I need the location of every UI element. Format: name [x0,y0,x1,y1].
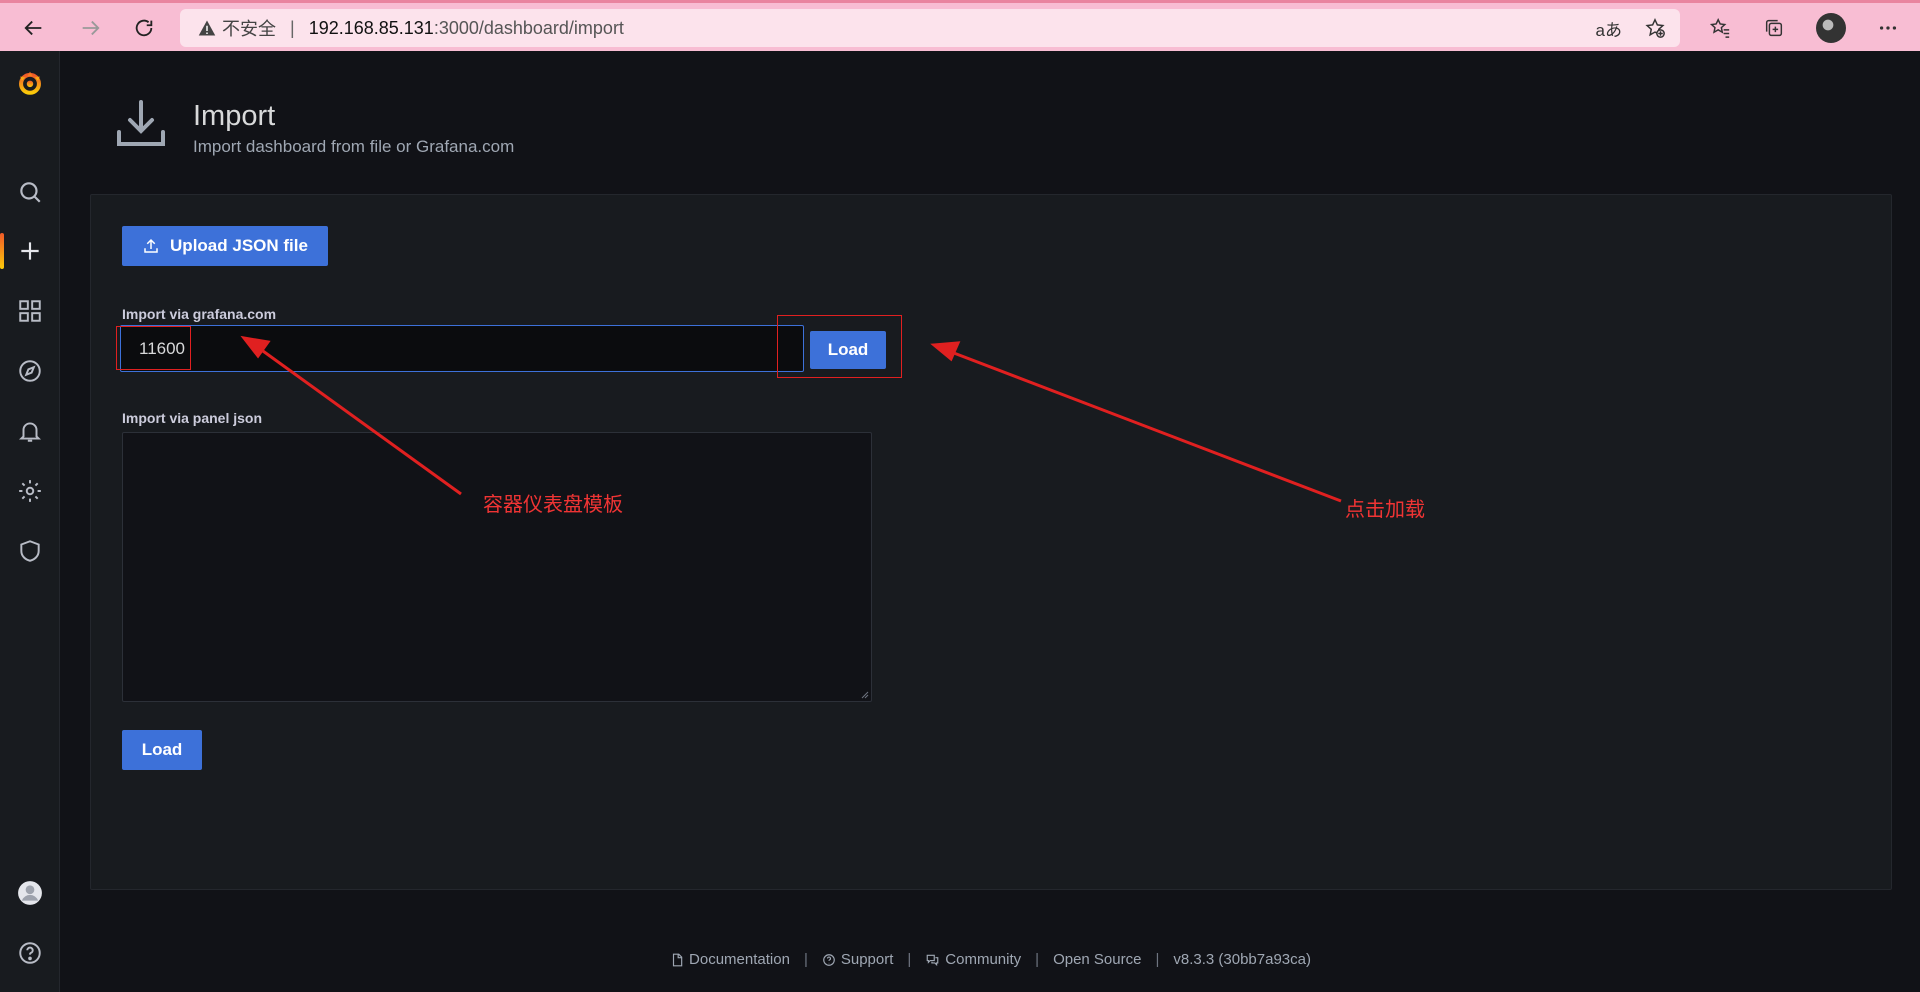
resize-handle-icon[interactable] [859,689,869,699]
more-menu-icon[interactable] [1876,16,1900,40]
main-content: Import Import dashboard from file or Gra… [61,51,1920,992]
footer-documentation-label: Documentation [689,951,790,968]
reload-button[interactable] [126,10,162,46]
load-bottom-label: Load [141,740,183,759]
gear-icon [19,480,41,502]
browser-toolbar: 不安全 | 192.168.85.131:3000/dashboard/impo… [0,0,1920,51]
footer-support-link[interactable]: Support [822,951,894,968]
forward-button[interactable] [72,10,108,46]
question-circle-icon [823,953,835,966]
shield-icon [20,540,40,562]
sidebar-item-configuration[interactable] [0,467,60,515]
document-icon [672,953,683,966]
user-avatar-icon [18,881,42,905]
arrow-left-icon [24,20,42,36]
footer-separator: | [1035,951,1040,968]
grafana-com-input[interactable]: 11600 [120,325,804,372]
footer-separator: | [803,951,808,968]
footer-version[interactable]: v8.3.3 (30bb7a93ca) [1173,951,1311,968]
footer-community-label: Community [945,951,1022,968]
sidebar-item-create[interactable] [0,227,60,275]
footer: Documentation | Support | Community | Op… [61,951,1920,968]
search-icon [20,182,41,203]
profile-avatar[interactable] [1816,13,1846,43]
grafana-com-label: Import via grafana.com [122,306,277,322]
address-bar[interactable]: 不安全 | 192.168.85.131:3000/dashboard/impo… [180,9,1680,47]
sidebar-item-help[interactable] [0,929,60,977]
collections-icon[interactable] [1762,16,1786,40]
sidebar-item-profile[interactable] [0,869,60,917]
sidebar-item-search[interactable] [0,168,60,216]
warning-icon [198,20,216,36]
import-panel: Upload JSON file Import via grafana.com … [90,194,1892,890]
sidebar-item-server-admin[interactable] [0,527,60,575]
sidebar-item-dashboards[interactable] [0,287,60,335]
translate-button[interactable]: aあ [1596,16,1622,41]
sidebar-item-explore[interactable] [0,347,60,395]
footer-community-link[interactable]: Community [925,951,1021,968]
bell-icon [18,422,42,442]
address-separator: | [290,17,295,38]
page-subtitle: Import dashboard from file or Grafana.co… [193,137,515,156]
footer-separator: | [1155,951,1160,968]
browser-actions [1708,10,1900,46]
footer-open-source-label: Open Source [1053,951,1142,968]
plus-icon [21,242,39,260]
panel-json-label: Import via panel json [122,410,263,426]
dashboards-icon [19,300,41,322]
upload-icon [144,238,158,253]
annotation-click-note: 点击加载 [1345,499,1425,521]
compass-icon [19,360,41,382]
grafana-logo[interactable] [0,59,60,107]
footer-documentation-link[interactable]: Documentation [670,951,790,968]
upload-label: Upload JSON file [170,236,308,255]
annotation-box-input [116,326,191,370]
help-icon [19,942,41,964]
address-actions: aあ [1596,9,1666,47]
page-heading: Import Import dashboard from file or Gra… [193,96,514,157]
upload-json-button[interactable]: Upload JSON file [122,226,328,266]
footer-separator: | [907,951,912,968]
annotation-template-note: 容器仪表盘模板 [483,494,623,516]
page-title: Import [193,100,276,132]
security-warning[interactable]: 不安全 [198,15,276,41]
footer-support-label: Support [840,951,894,968]
arrow-right-icon [82,20,100,36]
annotation-box-load [777,315,902,378]
comments-icon [926,954,939,966]
url-host: 192.168.85.131 [308,17,434,38]
sidebar-item-alerting[interactable] [0,407,60,455]
page-header: Import Import dashboard from file or Gra… [113,96,514,157]
footer-open-source-link[interactable]: Open Source [1053,951,1141,968]
reload-icon [135,19,153,37]
url-path: :3000/dashboard/import [433,17,624,38]
security-label: 不安全 [222,19,276,39]
grafana-sidebar [0,51,60,992]
back-button[interactable] [16,10,52,46]
import-icon [117,100,165,146]
favorites-icon[interactable] [1708,16,1732,40]
panel-json-textarea[interactable] [122,432,872,702]
load-panel-json-button[interactable]: Load [122,730,202,770]
grafana-logo-icon [19,71,41,95]
footer-version-label: v8.3.3 (30bb7a93ca) [1173,951,1311,968]
add-favorite-icon[interactable] [1644,17,1666,39]
